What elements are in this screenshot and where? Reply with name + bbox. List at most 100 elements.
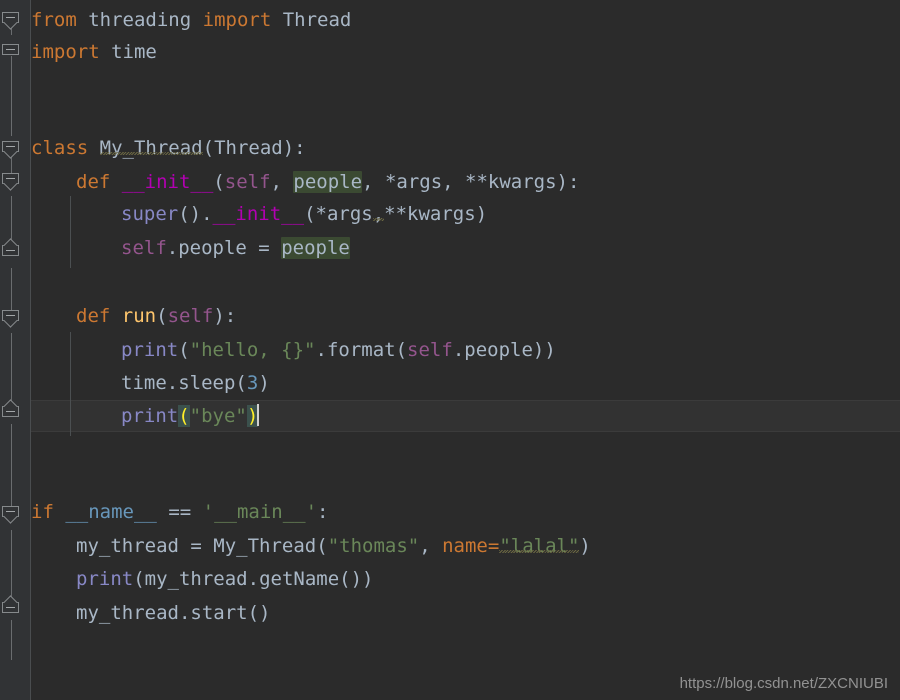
token-module-time: time — [111, 41, 157, 63]
fold-tip-up-icon — [2, 399, 19, 407]
fold-marker-main-end[interactable] — [2, 602, 21, 621]
token-kwarg-name: name — [442, 535, 488, 557]
token-method-run: run — [121, 305, 157, 327]
code-line-16[interactable]: if __name__ == '__main__': — [31, 496, 329, 528]
token-param-kwargs: **kwargs — [384, 203, 476, 225]
code-line-18[interactable]: print(my_thread.getName()) — [76, 563, 373, 595]
code-line-11[interactable]: print("hello, {}".format(self.people)) — [121, 334, 556, 366]
token-dunder-init: __init__ — [212, 203, 305, 225]
sp — [191, 501, 202, 523]
token-paren-open: ( — [304, 203, 316, 225]
token-method-getName: getName — [259, 568, 340, 590]
token-var-my-thread: my_thread — [76, 602, 179, 624]
token-method-sleep: sleep — [178, 372, 236, 394]
fold-tip-up-icon — [2, 595, 19, 603]
fold-marker-import-time[interactable] — [2, 44, 21, 63]
code-line-8[interactable]: self.people = people — [121, 232, 350, 264]
fold-minus-icon — [6, 315, 15, 316]
fold-marker-main[interactable] — [2, 506, 21, 525]
fold-minus-icon — [6, 146, 15, 147]
fold-tip-down-icon — [2, 22, 19, 30]
token-paren-close: ) — [282, 137, 295, 159]
token-keyword-import: import — [31, 41, 100, 63]
code-line-19[interactable]: my_thread.start() — [76, 597, 271, 629]
fold-minus-icon — [6, 250, 15, 251]
fold-minus-icon — [6, 178, 15, 179]
token-dot: . — [201, 203, 213, 225]
token-base-class: Thread — [214, 137, 283, 159]
token-comma: , — [419, 535, 443, 557]
token-paren-close: ) — [556, 171, 568, 193]
token-dot: . — [178, 602, 191, 624]
token-attr-people: people — [464, 339, 533, 361]
token-paren-close: ) — [258, 372, 270, 394]
fold-marker-init[interactable] — [2, 173, 21, 192]
token-matching-bracket-open: ( — [178, 405, 190, 427]
token-comma: , — [270, 171, 294, 193]
fold-rail — [11, 268, 12, 316]
token-paren-close: ) — [579, 535, 591, 557]
token-colon: : — [294, 137, 306, 159]
sp — [77, 9, 88, 31]
fold-rail — [11, 620, 12, 660]
indent-guide — [70, 332, 71, 436]
token-var-my-thread: my_thread — [76, 535, 179, 557]
token-paren-open: ( — [156, 305, 168, 327]
fold-tip-down-icon — [2, 183, 19, 191]
token-dunder-name: __name__ — [65, 501, 157, 523]
sp — [271, 9, 282, 31]
fold-marker-run[interactable] — [2, 310, 21, 329]
token-paren-open: ( — [316, 535, 328, 557]
fold-marker-class[interactable] — [2, 141, 21, 160]
code-editor-window: from threading import Thread import time… — [0, 0, 900, 700]
code-line-2[interactable]: import time — [31, 36, 157, 68]
text-caret — [257, 404, 260, 426]
fold-tip-down-icon — [2, 516, 19, 524]
token-paren-close: ) — [475, 203, 488, 225]
token-number-3: 3 — [246, 372, 259, 394]
code-text-area[interactable]: from threading import Thread import time… — [31, 0, 900, 700]
code-line-1[interactable]: from threading import Thread — [31, 4, 351, 36]
token-keyword-from: from — [31, 9, 77, 31]
fold-tip-up-icon — [2, 238, 19, 246]
token-keyword-class: class — [31, 137, 89, 159]
indent-guide — [70, 196, 71, 268]
watermark-url: https://blog.csdn.net/ZXCNIUBI — [679, 675, 888, 692]
code-line-13[interactable]: print("bye") — [121, 400, 260, 432]
sp — [100, 41, 111, 63]
token-param-self: self — [167, 305, 214, 327]
token-dot: . — [452, 339, 465, 361]
token-builtin-super: super — [121, 203, 179, 225]
token-keyword-import: import — [202, 9, 272, 31]
code-line-6[interactable]: def __init__(self, people, *args, **kwar… — [76, 166, 579, 198]
code-line-7[interactable]: super().__init__(*args,**kwargs) — [121, 198, 487, 230]
fold-rail — [11, 56, 12, 136]
fold-marker-run-end[interactable] — [2, 406, 21, 425]
fold-marker-init-end[interactable] — [2, 245, 21, 264]
token-colon: : — [224, 305, 237, 327]
sp — [54, 501, 65, 523]
token-value-people: people — [281, 237, 350, 259]
token-kwarg-eq: = — [487, 535, 500, 557]
token-string-bye: "bye" — [189, 405, 247, 427]
token-dot: . — [166, 237, 179, 259]
fold-marker-import-from[interactable] — [2, 12, 21, 31]
token-attr-people: people — [178, 237, 247, 259]
token-string-hello: "hello, {}" — [189, 339, 316, 361]
token-comma: , — [442, 171, 466, 193]
token-param-args: *args — [315, 203, 373, 225]
token-dot: . — [166, 372, 179, 394]
token-keyword-if: if — [31, 501, 54, 523]
token-builtin-print: print — [121, 405, 179, 427]
token-paren-open: ( — [202, 137, 215, 159]
token-string-thomas: "thomas" — [327, 535, 420, 557]
token-param-args: *args — [384, 171, 443, 193]
fold-tip-down-icon — [2, 151, 19, 159]
code-line-12[interactable]: time.sleep(3) — [121, 367, 270, 399]
token-colon: : — [317, 501, 329, 523]
code-line-5[interactable]: class My_Thread(Thread): — [31, 132, 306, 164]
token-call-parens: () — [247, 602, 271, 624]
code-line-10[interactable]: def run(self): — [76, 300, 236, 332]
code-line-17[interactable]: my_thread = My_Thread("thomas", name="la… — [76, 530, 591, 562]
token-colon: : — [568, 171, 580, 193]
